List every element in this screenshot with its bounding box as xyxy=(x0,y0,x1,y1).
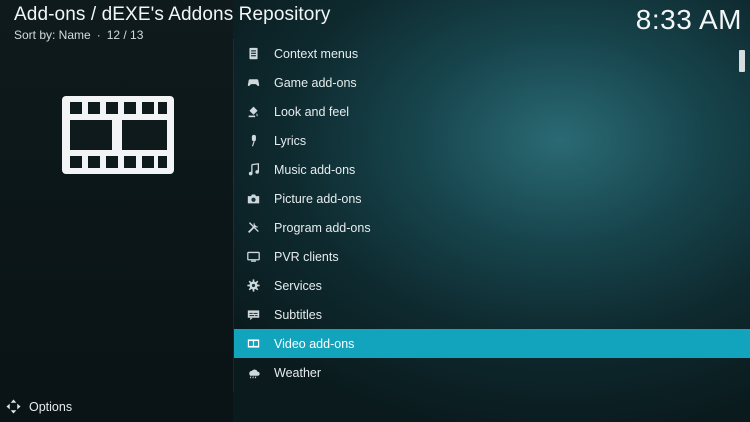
page-header: Add-ons / dEXE's Addons Repository Sort … xyxy=(14,4,330,42)
context-menu-icon xyxy=(245,46,261,62)
gear-icon xyxy=(245,278,261,294)
clock: 8:33 AM xyxy=(635,4,742,35)
list-item-music-add-ons[interactable]: Music add-ons xyxy=(234,155,750,184)
list-item-program-add-ons[interactable]: Program add-ons xyxy=(234,213,750,242)
item-position: 12 / 13 xyxy=(106,28,144,42)
list-item-video-add-ons[interactable]: Video add-ons xyxy=(234,329,750,358)
list-item-pvr-clients[interactable]: PVR clients xyxy=(234,242,750,271)
list-item-label: Video add-ons xyxy=(274,336,355,351)
film-icon xyxy=(245,336,261,352)
list-item-subtitles[interactable]: Subtitles xyxy=(234,300,750,329)
subtitles-icon xyxy=(245,307,261,323)
tv-icon xyxy=(245,249,261,265)
preview-pane xyxy=(0,0,233,422)
list-item-label: Picture add-ons xyxy=(274,191,362,206)
list-item-label: Look and feel xyxy=(274,104,350,119)
film-strip-icon xyxy=(62,96,174,174)
list-item-label: PVR clients xyxy=(274,249,339,264)
weather-icon xyxy=(245,365,261,381)
sort-label: Sort by: Name xyxy=(14,28,91,42)
list-item-context-menus[interactable]: Context menus xyxy=(234,39,750,68)
list-item-services[interactable]: Services xyxy=(234,271,750,300)
separator-dot: · xyxy=(96,28,101,42)
options-label: Options xyxy=(29,399,73,414)
tools-icon xyxy=(245,220,261,236)
gamepad-icon xyxy=(245,75,261,91)
category-list: Context menus Game add-ons Look and feel… xyxy=(233,39,750,392)
list-item-label: Subtitles xyxy=(274,307,322,322)
list-item-look-and-feel[interactable]: Look and feel xyxy=(234,97,750,126)
microphone-icon xyxy=(245,133,261,149)
list-item-label: Context menus xyxy=(274,46,359,61)
list-item-label: Music add-ons xyxy=(274,162,356,177)
list-item-game-add-ons[interactable]: Game add-ons xyxy=(234,68,750,97)
music-note-icon xyxy=(245,162,261,178)
camera-icon xyxy=(245,191,261,207)
list-item-label: Lyrics xyxy=(274,133,307,148)
paint-bucket-icon xyxy=(245,104,261,120)
list-item-label: Game add-ons xyxy=(274,75,357,90)
list-item-picture-add-ons[interactable]: Picture add-ons xyxy=(234,184,750,213)
page-title: Add-ons / dEXE's Addons Repository xyxy=(14,4,331,25)
list-item-label: Weather xyxy=(274,365,322,380)
list-item-weather[interactable]: Weather xyxy=(234,358,750,387)
options-arrows-icon xyxy=(6,399,21,414)
list-item-label: Services xyxy=(274,278,322,293)
list-item-lyrics[interactable]: Lyrics xyxy=(234,126,750,155)
list-item-label: Program add-ons xyxy=(274,220,371,235)
options-button[interactable]: Options xyxy=(6,399,72,414)
scrollbar[interactable] xyxy=(739,50,745,72)
